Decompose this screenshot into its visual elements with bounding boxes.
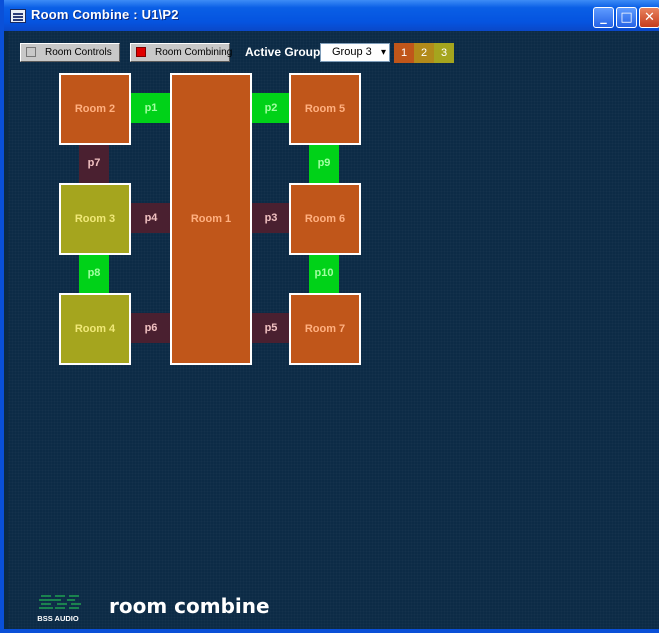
room-combining-button[interactable]: Room Combining — [130, 43, 233, 62]
maximize-button[interactable]: □ — [616, 7, 637, 28]
room-5[interactable]: Room 5 — [289, 73, 361, 145]
partition-p6[interactable]: p6 — [131, 313, 171, 343]
room-3[interactable]: Room 3 — [59, 183, 131, 255]
window-title: Room Combine : U1\P2 — [31, 7, 179, 22]
partition-p1[interactable]: p1 — [131, 93, 171, 123]
title-bar[interactable]: Room Combine : U1\P2 _ □ ✕ — [4, 0, 659, 31]
room-4[interactable]: Room 4 — [59, 293, 131, 365]
room-combine-panel: Room Controls Room Combining Active Grou… — [8, 31, 659, 629]
group-3-button[interactable]: 3 — [434, 43, 454, 63]
group-select-value: Group 3 — [332, 46, 372, 58]
group-2-button[interactable]: 2 — [414, 43, 434, 63]
room-combine-window: Room Combine : U1\P2 _ □ ✕ Room Controls… — [0, 0, 659, 633]
partition-p3[interactable]: p3 — [251, 203, 291, 233]
close-button[interactable]: ✕ — [639, 7, 659, 28]
chevron-down-icon: ▾ — [380, 47, 386, 58]
room-1[interactable]: Room 1 — [170, 73, 252, 365]
group-1-button[interactable]: 1 — [394, 43, 414, 63]
logo-text: BSS AUDIO — [37, 614, 79, 623]
room-combining-led — [136, 47, 146, 57]
room-controls-button[interactable]: Room Controls — [20, 43, 120, 62]
active-group-label: Active Group — [245, 45, 321, 59]
partition-p10[interactable]: p10 — [309, 253, 339, 293]
minimize-button[interactable]: _ — [593, 7, 614, 28]
close-icon: ✕ — [644, 10, 655, 25]
partition-p7[interactable]: p7 — [79, 143, 109, 183]
group-select[interactable]: Group 3 ▾ — [320, 43, 390, 62]
partition-p5[interactable]: p5 — [251, 313, 291, 343]
minimize-icon: _ — [600, 10, 607, 25]
maximize-icon: □ — [620, 10, 633, 25]
partition-p4[interactable]: p4 — [131, 203, 171, 233]
room-controls-label: Room Controls — [45, 47, 112, 58]
brand-title: room combine — [109, 594, 270, 618]
room-2[interactable]: Room 2 — [59, 73, 131, 145]
room-6[interactable]: Room 6 — [289, 183, 361, 255]
partition-p8[interactable]: p8 — [79, 253, 109, 293]
room-7[interactable]: Room 7 — [289, 293, 361, 365]
bss-audio-logo: BSS AUDIO — [37, 595, 81, 623]
room-controls-led — [26, 47, 36, 57]
partition-p9[interactable]: p9 — [309, 143, 339, 183]
room-combining-label: Room Combining — [155, 47, 233, 58]
app-icon[interactable] — [10, 9, 26, 23]
partition-p2[interactable]: p2 — [251, 93, 291, 123]
